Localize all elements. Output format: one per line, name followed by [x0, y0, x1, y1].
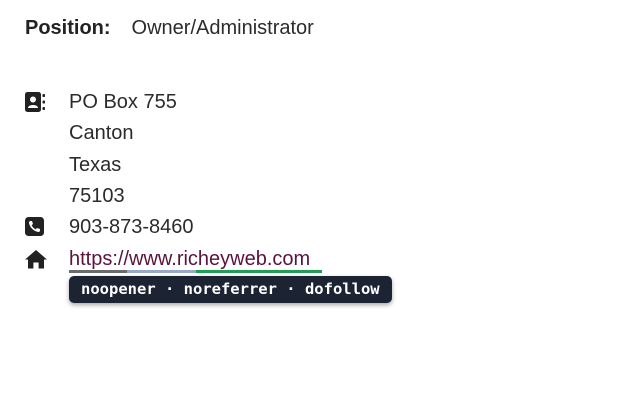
link-attributes-tooltip: noopener · noreferrer · dofollow	[69, 276, 392, 303]
phone-icon	[24, 216, 46, 238]
phone-number: 903-873-8460	[69, 216, 194, 238]
address-line-zip: 75103	[69, 185, 125, 207]
noreferrer-status-bar	[127, 270, 196, 273]
position-row: Position: Owner/Administrator	[25, 16, 314, 40]
address-line-state: Texas	[69, 154, 122, 176]
home-icon	[24, 248, 47, 270]
address-line-city: Canton	[69, 122, 134, 144]
website-link[interactable]: https://www.richeyweb.com	[69, 248, 310, 270]
address-line-street: PO Box 755	[69, 91, 177, 113]
dofollow-status-bar	[196, 270, 322, 273]
noopener-status-bar	[69, 270, 127, 273]
website-line: https://www.richeyweb.com	[69, 247, 310, 271]
position-value: Owner/Administrator	[131, 17, 314, 39]
position-label: Position:	[25, 17, 111, 39]
address-book-icon	[24, 91, 46, 113]
